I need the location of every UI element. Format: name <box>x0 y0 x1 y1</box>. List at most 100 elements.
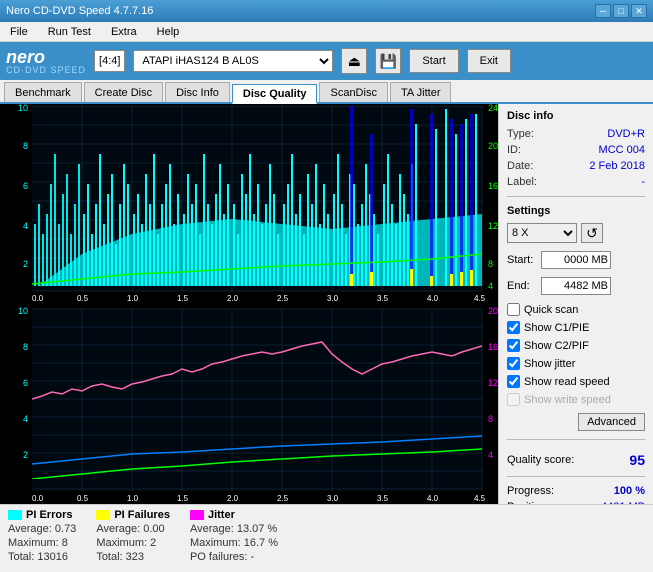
jitter-po-failures: PO failures: - <box>190 551 278 563</box>
svg-text:2: 2 <box>23 259 28 269</box>
progress-label: Progress: <box>507 485 554 497</box>
jitter-label: Jitter <box>208 509 235 521</box>
jitter-legend-box <box>190 510 204 520</box>
disc-info-title: Disc info <box>507 110 645 122</box>
jitter-average: Average: 13.07 % <box>190 523 278 535</box>
disc-date-row: Date: 2 Feb 2018 <box>507 160 645 172</box>
svg-text:6: 6 <box>23 378 28 388</box>
speed-row: 8 X Max 4 X ↺ <box>507 223 645 243</box>
pi-errors-average: Average: 0.73 <box>8 523 76 535</box>
save-icon[interactable]: 💾 <box>375 48 401 74</box>
logo-text: nero <box>6 48 45 66</box>
svg-text:8: 8 <box>488 414 493 424</box>
disc-date-label: Date: <box>507 160 533 172</box>
pi-failures-legend-box <box>96 510 110 520</box>
start-label: Start: <box>507 254 537 266</box>
svg-text:3.0: 3.0 <box>327 294 339 303</box>
minimize-button[interactable]: ─ <box>595 4 611 18</box>
position-label: Position: <box>507 501 549 504</box>
svg-text:20: 20 <box>488 141 498 151</box>
show-write-speed-row: Show write speed <box>507 393 645 406</box>
svg-text:0.0: 0.0 <box>32 294 44 303</box>
svg-text:2.0: 2.0 <box>227 294 239 303</box>
tabbar: Benchmark Create Disc Disc Info Disc Qua… <box>0 80 653 104</box>
svg-text:1.5: 1.5 <box>177 294 189 303</box>
menu-extra[interactable]: Extra <box>105 24 143 40</box>
titlebar: Nero CD-DVD Speed 4.7.7.16 ─ □ ✕ <box>0 0 653 22</box>
tab-ta-jitter[interactable]: TA Jitter <box>390 82 452 102</box>
pi-errors-label: PI Errors <box>26 509 72 521</box>
svg-text:2.5: 2.5 <box>277 494 289 503</box>
show-jitter-row: Show jitter <box>507 357 645 370</box>
start-button[interactable]: Start <box>409 49 458 73</box>
svg-text:2: 2 <box>23 450 28 460</box>
menu-file[interactable]: File <box>4 24 34 40</box>
quick-scan-checkbox[interactable] <box>507 303 520 316</box>
show-c1pie-label: Show C1/PIE <box>524 322 589 334</box>
advanced-button[interactable]: Advanced <box>578 413 645 431</box>
window-title: Nero CD-DVD Speed 4.7.7.16 <box>6 5 153 17</box>
pi-errors-maximum: Maximum: 8 <box>8 537 76 549</box>
progress-row: Progress: 100 % <box>507 485 645 497</box>
quality-row: Quality score: 95 <box>507 452 645 468</box>
position-row: Position: 4481 MB <box>507 501 645 504</box>
show-c2pif-row: Show C2/PIF <box>507 339 645 352</box>
menubar: File Run Test Extra Help <box>0 22 653 42</box>
speed-select[interactable]: 8 X Max 4 X <box>507 223 577 243</box>
divider-1 <box>507 196 645 197</box>
exit-button[interactable]: Exit <box>467 49 511 73</box>
disc-label-label: Label: <box>507 176 537 188</box>
start-input[interactable] <box>541 251 611 269</box>
disc-type-value: DVD+R <box>607 128 645 140</box>
svg-text:4.5: 4.5 <box>474 294 486 303</box>
progress-value: 100 % <box>614 485 645 497</box>
eject-icon[interactable]: ⏏ <box>341 48 367 74</box>
svg-text:12: 12 <box>488 221 498 231</box>
menu-run-test[interactable]: Run Test <box>42 24 97 40</box>
close-button[interactable]: ✕ <box>631 4 647 18</box>
pi-errors-header: PI Errors <box>8 509 76 521</box>
show-read-speed-checkbox[interactable] <box>507 375 520 388</box>
toolbar: nero CD·DVD SPEED [4:4] ATAPI iHAS124 B … <box>0 42 653 80</box>
show-write-speed-checkbox[interactable] <box>507 393 520 406</box>
svg-text:16: 16 <box>488 181 498 191</box>
svg-text:4.0: 4.0 <box>427 294 439 303</box>
svg-text:1.0: 1.0 <box>127 494 139 503</box>
tab-create-disc[interactable]: Create Disc <box>84 82 163 102</box>
show-c2pif-checkbox[interactable] <box>507 339 520 352</box>
side-panel: Disc info Type: DVD+R ID: MCC 004 Date: … <box>498 104 653 504</box>
quick-scan-row: Quick scan <box>507 303 645 316</box>
disc-label-row: Label: - <box>507 176 645 188</box>
pi-failures-header: PI Failures <box>96 509 170 521</box>
svg-text:4.0: 4.0 <box>427 494 439 503</box>
svg-text:3.5: 3.5 <box>377 294 389 303</box>
tab-benchmark[interactable]: Benchmark <box>4 82 82 102</box>
window-controls: ─ □ ✕ <box>595 4 647 18</box>
logo-sub: CD·DVD SPEED <box>6 66 86 75</box>
show-jitter-checkbox[interactable] <box>507 357 520 370</box>
show-write-speed-label: Show write speed <box>524 394 611 406</box>
pi-failures-maximum: Maximum: 2 <box>96 537 170 549</box>
divider-3 <box>507 476 645 477</box>
refresh-button[interactable]: ↺ <box>581 223 603 243</box>
divider-2 <box>507 439 645 440</box>
logo: nero CD·DVD SPEED <box>6 48 86 75</box>
pi-errors-legend-box <box>8 510 22 520</box>
pi-failures-label: PI Failures <box>114 509 170 521</box>
tab-disc-quality[interactable]: Disc Quality <box>232 84 318 104</box>
disc-id-row: ID: MCC 004 <box>507 144 645 156</box>
end-input[interactable] <box>541 277 611 295</box>
drive-label: [4:4] <box>94 50 125 72</box>
tab-scandisc[interactable]: ScanDisc <box>319 82 387 102</box>
menu-help[interactable]: Help <box>151 24 186 40</box>
maximize-button[interactable]: □ <box>613 4 629 18</box>
quality-score-label: Quality score: <box>507 454 574 466</box>
show-read-speed-label: Show read speed <box>524 376 610 388</box>
svg-text:16: 16 <box>488 342 498 352</box>
drive-select[interactable]: ATAPI iHAS124 B AL0S <box>133 50 333 72</box>
show-c1pie-checkbox[interactable] <box>507 321 520 334</box>
tab-disc-info[interactable]: Disc Info <box>165 82 230 102</box>
show-read-speed-row: Show read speed <box>507 375 645 388</box>
disc-label-value: - <box>641 176 645 188</box>
svg-text:0.0: 0.0 <box>32 494 44 503</box>
